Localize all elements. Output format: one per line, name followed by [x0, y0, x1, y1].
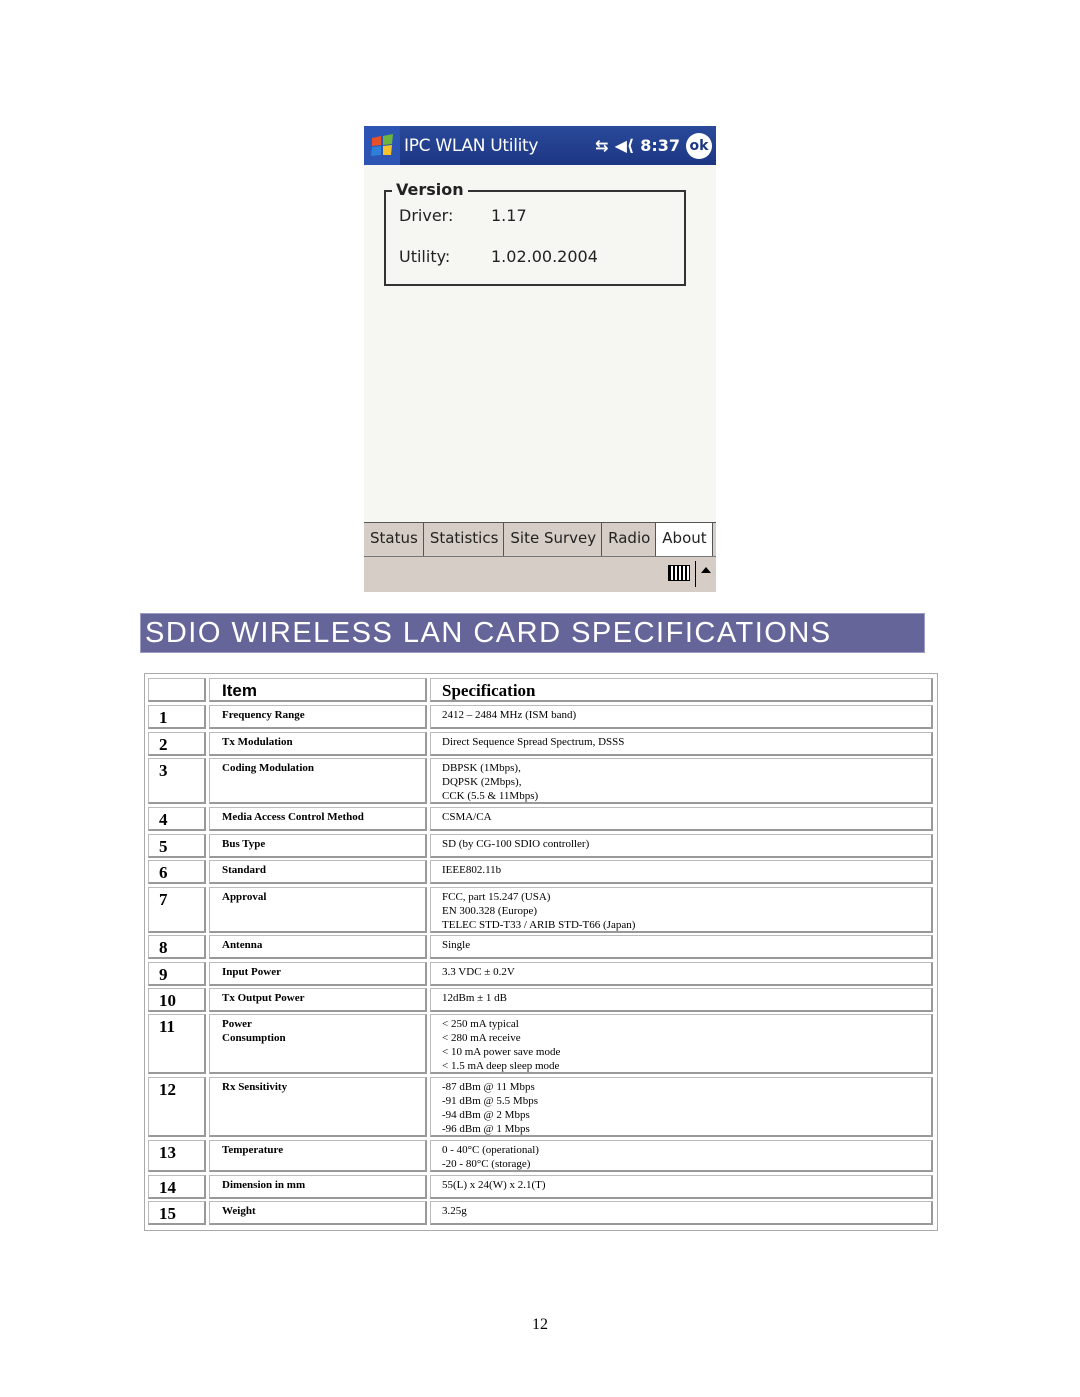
row-item: Input Power [209, 962, 427, 986]
row-specification: Direct Sequence Spread Spectrum, DSSS [430, 732, 933, 756]
row-specification: 2412 – 2484 MHz (ISM band) [430, 705, 933, 729]
row-number: 15 [148, 1201, 206, 1225]
driver-row: Driver: 1.17 [399, 206, 527, 225]
sync-icon[interactable]: ⇆ [595, 136, 608, 155]
row-number: 11 [148, 1014, 206, 1074]
row-number: 13 [148, 1140, 206, 1172]
driver-label: Driver: [399, 206, 454, 225]
row-item: Bus Type [209, 834, 427, 858]
utility-label: Utility: [399, 247, 451, 266]
spec-table: Item Specification 1 Frequency Range 2412 … [144, 673, 938, 1231]
row-specification: FCC, part 15.247 (USA) EN 300.328 (Europ… [430, 887, 933, 933]
header-num-cell [148, 678, 206, 702]
row-specification: IEEE802.11b [430, 860, 933, 884]
row-number: 12 [148, 1077, 206, 1137]
driver-value: 1.17 [491, 206, 527, 225]
header-specification: Specification [430, 678, 933, 702]
row-specification: 3.25g [430, 1201, 933, 1225]
row-item: Power Consumption [209, 1014, 427, 1074]
status-area: ⇆ ◀⟨ 8:37 ok [595, 132, 712, 159]
row-item: Frequency Range [209, 705, 427, 729]
row-item: Tx Modulation [209, 732, 427, 756]
row-number: 9 [148, 962, 206, 986]
row-specification: DBPSK (1Mbps), DQPSK (2Mbps), CCK (5.5 &… [430, 758, 933, 804]
row-specification: 3.3 VDC ± 0.2V [430, 962, 933, 986]
speaker-icon[interactable]: ◀⟨ [615, 136, 635, 155]
row-item: Antenna [209, 935, 427, 959]
app-title: IPC WLAN Utility [404, 135, 539, 156]
title-bar: IPC WLAN Utility ⇆ ◀⟨ 8:37 ok [364, 126, 716, 165]
row-specification: < 250 mA typical < 280 mA receive < 10 m… [430, 1014, 933, 1074]
keyboard-icon[interactable] [668, 565, 690, 581]
page-number: 12 [532, 1316, 548, 1333]
row-specification: Single [430, 935, 933, 959]
row-number: 1 [148, 705, 206, 729]
row-item: Temperature [209, 1140, 427, 1172]
row-specification: SD (by CG-100 SDIO controller) [430, 834, 933, 858]
row-number: 14 [148, 1175, 206, 1199]
clock[interactable]: 8:37 [640, 136, 680, 155]
row-item: Dimension in mm [209, 1175, 427, 1199]
row-specification: -87 dBm @ 11 Mbps -91 dBm @ 5.5 Mbps -94… [430, 1077, 933, 1137]
menu-separator [695, 561, 696, 587]
row-specification: CSMA/CA [430, 807, 933, 831]
utility-value: 1.02.00.2004 [491, 247, 598, 266]
row-number: 10 [148, 988, 206, 1012]
row-item: Tx Output Power [209, 988, 427, 1012]
row-item: Media Access Control Method [209, 807, 427, 831]
row-number: 2 [148, 732, 206, 756]
row-item: Weight [209, 1201, 427, 1225]
row-number: 5 [148, 834, 206, 858]
ok-button[interactable]: ok [686, 132, 712, 159]
row-specification: 0 - 40°C (operational) -20 - 80°C (stora… [430, 1140, 933, 1172]
menu-bar [364, 556, 716, 592]
row-number: 6 [148, 860, 206, 884]
tab-bar: Status Statistics Site Survey Radio Abou… [364, 522, 716, 557]
input-menu-arrow-icon[interactable] [701, 567, 711, 573]
row-specification: 12dBm ± 1 dB [430, 988, 933, 1012]
row-item: Approval [209, 887, 427, 933]
header-item: Item [209, 678, 427, 702]
row-specification: 55(L) x 24(W) x 2.1(T) [430, 1175, 933, 1199]
row-number: 3 [148, 758, 206, 804]
row-number: 7 [148, 887, 206, 933]
utility-row: Utility: 1.02.00.2004 [399, 247, 598, 266]
section-title: SDIO WIRELESS LAN CARD SPECIFICATIONS [145, 617, 832, 649]
version-legend: Version [392, 180, 468, 199]
row-number: 8 [148, 935, 206, 959]
section-heading: SDIO WIRELESS LAN CARD SPECIFICATIONS [140, 613, 925, 653]
tab-site-survey[interactable]: Site Survey [504, 523, 603, 557]
version-group: Version Driver: 1.17 Utility: 1.02.00.2004 [384, 180, 686, 286]
tab-status[interactable]: Status [364, 523, 424, 557]
tab-about[interactable]: About [656, 523, 713, 557]
row-item: Coding Modulation [209, 758, 427, 804]
tab-statistics[interactable]: Statistics [424, 523, 505, 557]
windows-start-icon[interactable] [364, 126, 400, 165]
row-number: 4 [148, 807, 206, 831]
row-item: Rx Sensitivity [209, 1077, 427, 1137]
row-item: Standard [209, 860, 427, 884]
tab-radio[interactable]: Radio [602, 523, 657, 557]
pocketpc-screenshot: IPC WLAN Utility ⇆ ◀⟨ 8:37 ok Version Dr… [364, 126, 716, 592]
